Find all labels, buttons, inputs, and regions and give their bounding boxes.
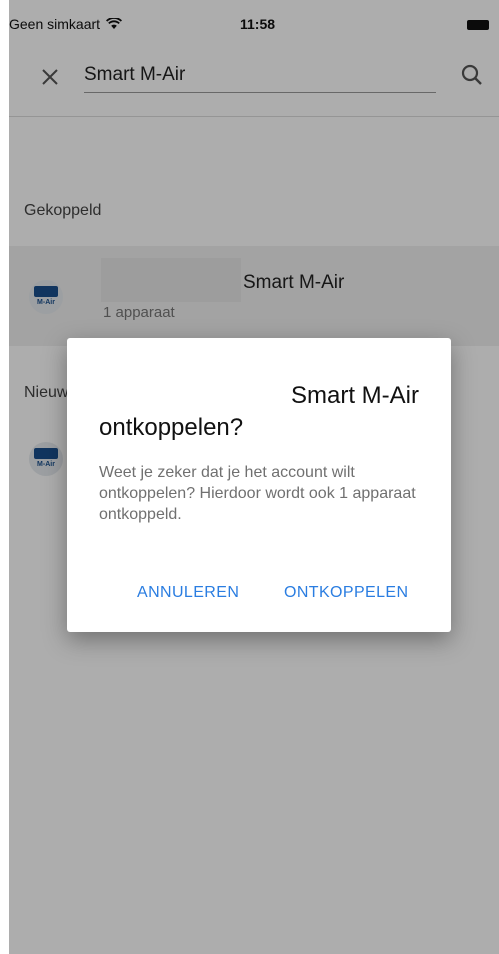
cancel-button[interactable]: ANNULEREN (137, 584, 239, 602)
dialog-title: ontkoppelen? (99, 414, 244, 441)
unlink-button[interactable]: ONTKOPPELEN (284, 584, 408, 602)
dialog-message: Weet je zeker dat je het account wilt on… (99, 464, 416, 523)
screen: Geen simkaart 11:58 Smart M-Air Gekoppel… (9, 0, 499, 954)
dialog-title-name: Smart M-Air (291, 382, 419, 409)
unlink-dialog: Smart M-Air ontkoppelen? Weet je zeker d… (67, 338, 451, 632)
